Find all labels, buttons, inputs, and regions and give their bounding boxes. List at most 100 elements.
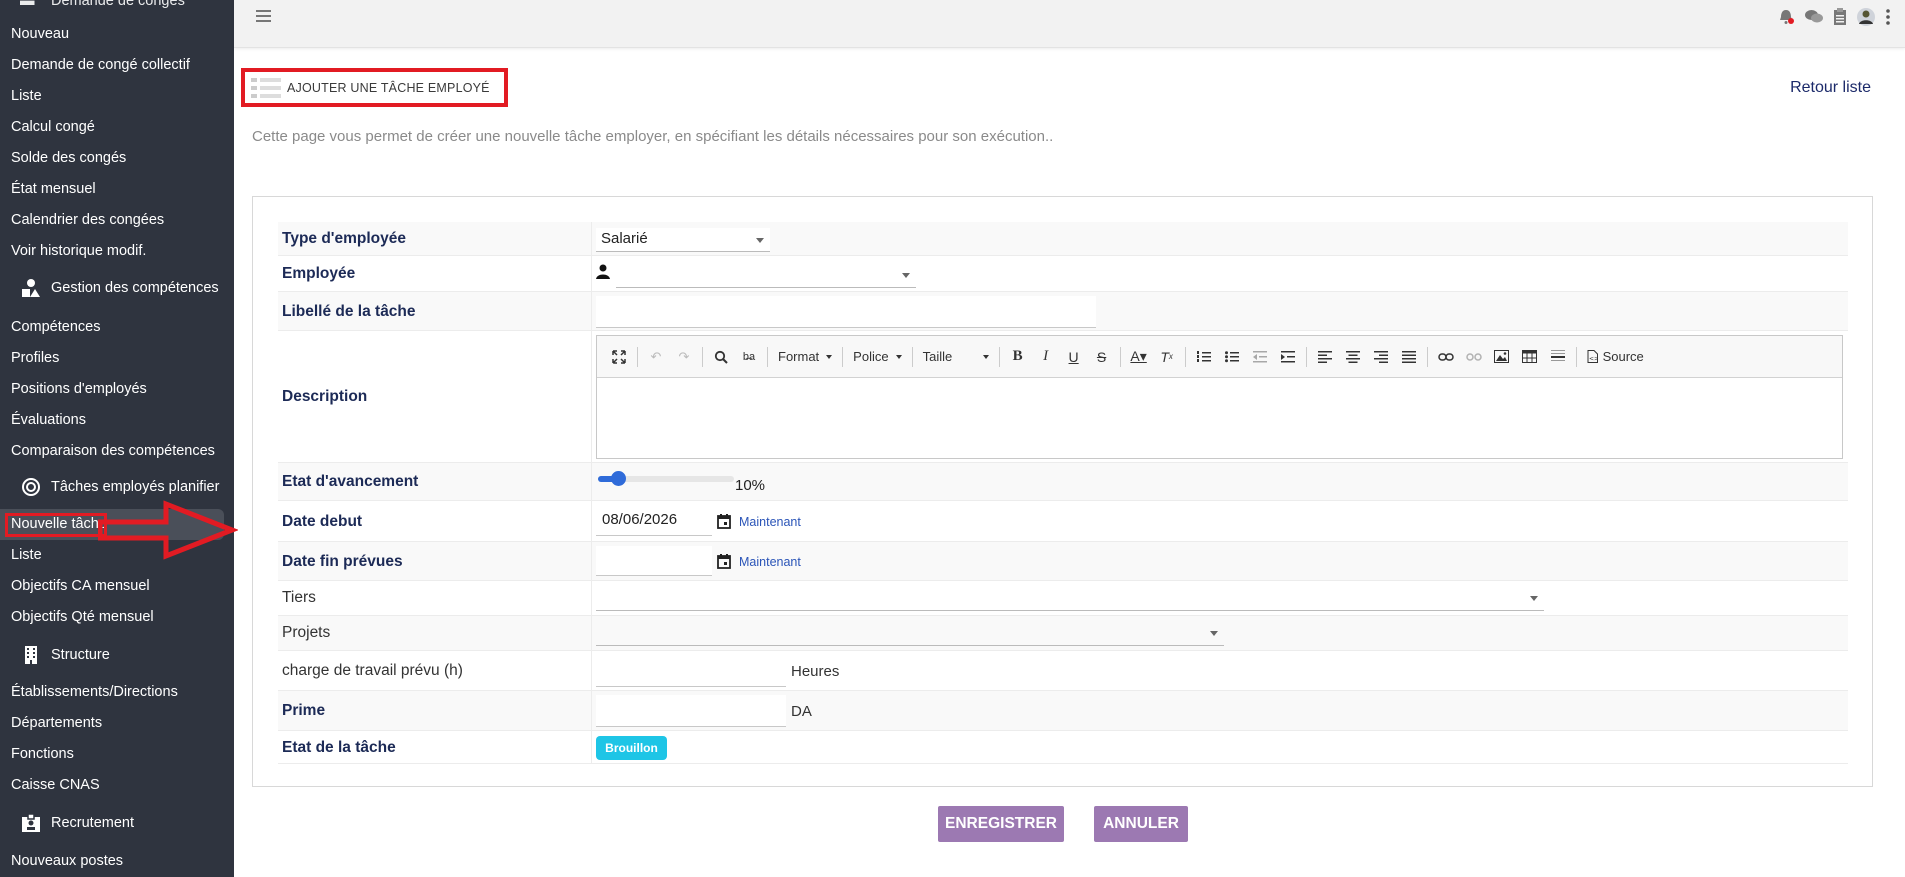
sidebar-item-evaluations[interactable]: Évaluations [11,412,86,428]
sidebar-item-departments[interactable]: Départements [11,715,102,731]
employee-type-select[interactable]: Salarié [596,228,770,252]
numbered-list-icon[interactable] [1192,345,1216,369]
horizontal-rule-icon[interactable] [1546,345,1570,369]
row-employee-type: Type d'employée [278,222,1848,256]
undo-icon[interactable]: ↶ [644,345,668,369]
more-vert-icon[interactable] [1885,8,1891,31]
progress-label: Etat d'avancement [282,473,419,490]
page-title: AJOUTER UNE TÂCHE EMPLOYÉ [287,80,490,95]
sidebar-item-monthly-state[interactable]: État mensuel [11,181,96,197]
chevron-down-icon [902,272,910,278]
row-end-date: Date fin prévues [278,542,1848,581]
top-bar [234,0,1905,48]
sidebar-item-profiles[interactable]: Profiles [11,350,59,366]
projects-select[interactable] [596,620,1224,646]
sidebar-group-structure[interactable]: Structure [20,645,110,665]
sidebar-item-ca-objectives[interactable]: Objectifs CA mensuel [11,578,150,594]
table-icon[interactable] [1518,345,1542,369]
sidebar-item-new-leave[interactable]: Nouveau [11,26,69,42]
end-date-label: Date fin prévues [282,553,403,570]
sidebar-item-leave-requests[interactable]: ▬ Demande de congés [20,0,185,9]
sidebar-group-competences[interactable]: Gestion des compétences [20,278,219,298]
calendar-icon[interactable] [717,514,731,534]
size-dropdown[interactable]: Taille [917,345,995,369]
sidebar-group-recruitment[interactable]: Recrutement [20,813,134,833]
justify-icon[interactable] [1397,345,1421,369]
align-right-icon[interactable] [1369,345,1393,369]
progress-slider[interactable] [598,471,734,486]
sidebar-item-task-list[interactable]: Liste [11,547,42,563]
replace-icon[interactable]: b̶a [737,345,761,369]
align-center-icon[interactable] [1341,345,1365,369]
search-icon[interactable] [709,345,733,369]
font-dropdown[interactable]: Police [847,345,907,369]
row-workload: charge de travail prévu (h) [278,651,1848,691]
end-date-now-link[interactable]: Maintenant [739,555,801,569]
tiers-label: Tiers [282,589,316,606]
sidebar-item-establishments[interactable]: Établissements/Directions [11,684,178,700]
workload-input[interactable] [596,655,786,687]
building-icon [20,645,42,665]
calendar-icon[interactable] [717,554,731,574]
clipboard-icon[interactable] [1833,8,1847,31]
tiers-select[interactable] [596,585,1544,611]
progress-slider-handle[interactable] [611,471,626,486]
row-progress: Etat d'avancement [278,463,1848,501]
text-color-icon[interactable]: A▾ [1127,345,1151,369]
outdent-icon[interactable] [1248,345,1272,369]
remove-format-icon[interactable]: Tx [1155,345,1179,369]
employee-type-label: Type d'employée [282,230,406,247]
sidebar-item-cnas[interactable]: Caisse CNAS [11,777,100,793]
bonus-label: Prime [282,702,326,719]
bold-icon[interactable]: B [1006,345,1030,369]
sidebar-item-new-positions[interactable]: Nouveaux postes [11,853,123,869]
sidebar-item-leave-balance[interactable]: Solde des congés [11,150,126,166]
redo-icon[interactable]: ↷ [672,345,696,369]
sidebar-item-leave-list[interactable]: Liste [11,88,42,104]
sidebar-item-leave-calc[interactable]: Calcul congé [11,119,95,135]
chevron-down-icon [1530,595,1538,601]
workload-label: charge de travail prévu (h) [282,662,463,679]
sidebar-item-qty-objectives[interactable]: Objectifs Qté mensuel [11,609,154,625]
chat-icon[interactable] [1804,8,1824,31]
employee-select[interactable] [616,262,916,288]
bell-icon[interactable] [1777,8,1795,31]
format-dropdown[interactable]: Format [772,345,838,369]
intro-text: Cette page vous permet de créer une nouv… [252,128,1054,145]
italic-icon[interactable]: I [1034,345,1058,369]
projects-label: Projets [282,624,331,641]
sidebar-item-functions[interactable]: Fonctions [11,746,74,762]
sidebar-item-competences[interactable]: Compétences [11,319,100,335]
progress-value: 10% [735,477,766,494]
sidebar-item-positions[interactable]: Positions d'employés [11,381,147,397]
cancel-button[interactable]: ANNULER [1094,806,1188,842]
row-start-date: Date debut [278,501,1848,542]
sidebar-item-collective-leave[interactable]: Demande de congé collectif [11,57,190,73]
description-editor[interactable]: ↶ ↷ b̶a Format Police Taille B I U S A▾ … [596,335,1843,459]
unlink-icon[interactable] [1462,345,1486,369]
avatar[interactable] [1856,7,1876,32]
sidebar-item-history[interactable]: Voir historique modif. [11,243,146,259]
source-button[interactable]: <> Source [1583,345,1648,369]
menu-icon[interactable] [256,8,272,24]
sidebar-item-comparison[interactable]: Comparaison des compétences [11,443,215,459]
bonus-input[interactable] [596,695,786,727]
bullet-list-icon[interactable] [1220,345,1244,369]
link-icon[interactable] [1434,345,1458,369]
indent-icon[interactable] [1276,345,1300,369]
underline-icon[interactable]: U [1062,345,1086,369]
sidebar-group-tasks[interactable]: Tâches employés planifier [20,477,219,497]
sidebar-item-leave-calendar[interactable]: Calendrier des congées [11,212,164,228]
image-icon[interactable] [1490,345,1514,369]
end-date-input[interactable] [596,546,712,576]
back-to-list-link[interactable]: Retour liste [1790,79,1871,97]
align-left-icon[interactable] [1313,345,1337,369]
start-date-now-link[interactable]: Maintenant [739,515,801,529]
status-label: Etat de la tâche [282,739,396,756]
save-button[interactable]: ENREGISTRER [938,806,1064,842]
task-name-input[interactable] [596,296,1096,328]
start-date-input[interactable]: 08/06/2026 [596,506,712,536]
employee-label: Employée [282,265,356,282]
maximize-icon[interactable] [607,345,631,369]
strikethrough-icon[interactable]: S [1090,345,1114,369]
